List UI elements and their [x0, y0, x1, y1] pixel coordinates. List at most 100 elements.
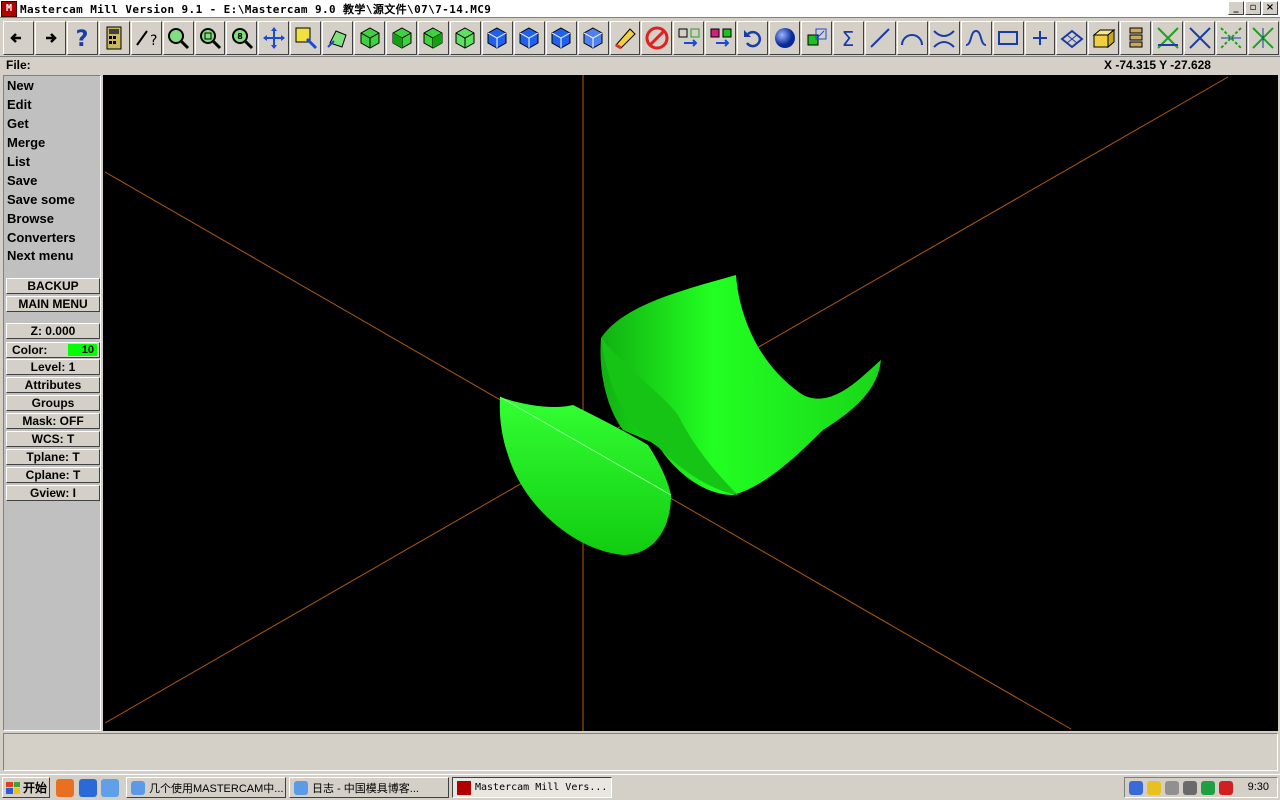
- menu-item-new[interactable]: New: [7, 78, 34, 93]
- clock: 9:30: [1247, 781, 1269, 793]
- task-button-blog[interactable]: 日志 - 中国模具博客...: [289, 777, 449, 798]
- prompt-label: File:: [6, 58, 31, 72]
- menu-item-converters[interactable]: Converters: [7, 230, 76, 245]
- menu-item-merge[interactable]: Merge: [7, 135, 45, 150]
- line-icon[interactable]: [864, 20, 896, 55]
- layers-icon[interactable]: [1120, 20, 1152, 55]
- start-button[interactable]: 开始: [2, 777, 50, 798]
- color-swatch: 10: [68, 344, 97, 356]
- main-menu-button[interactable]: MAIN MENU: [6, 296, 100, 312]
- prompt-bar: File: X -74.315 Y -27.628: [0, 58, 1280, 74]
- divide-icon[interactable]: [1216, 20, 1247, 55]
- cube-side-icon[interactable]: [545, 20, 577, 55]
- intersect-icon[interactable]: [1152, 20, 1184, 55]
- zoom-fit-icon[interactable]: 8: [226, 20, 258, 55]
- start-label: 开始: [23, 781, 48, 795]
- printer-icon[interactable]: [1165, 780, 1179, 795]
- gview-button[interactable]: Gview: I: [6, 485, 100, 501]
- groups-button[interactable]: Groups: [6, 395, 100, 411]
- svg-text:?: ?: [150, 33, 157, 49]
- sync-icon[interactable]: [1201, 780, 1215, 795]
- arrow-right-icon[interactable]: [34, 20, 66, 55]
- zoom-window-icon[interactable]: [162, 20, 194, 55]
- view-iso-icon[interactable]: [449, 20, 481, 55]
- rotate-view-icon[interactable]: [322, 20, 354, 55]
- firefox-icon[interactable]: [56, 779, 74, 797]
- menu-item-save-some[interactable]: Save some: [7, 192, 75, 207]
- mask-button[interactable]: Mask: OFF: [6, 413, 100, 429]
- undo-icon[interactable]: [737, 20, 769, 55]
- select-icon[interactable]: [290, 20, 322, 55]
- title-bar[interactable]: M Mastercam Mill Version 9.1 - E:\Master…: [0, 0, 1280, 18]
- task-button-mastercam-article[interactable]: 几个使用MASTERCAM中...: [126, 777, 286, 798]
- windows-taskbar: 开始 几个使用MASTERCAM中... 日志 - 中国模具博客... Mast…: [0, 774, 1280, 800]
- eraser-icon[interactable]: [609, 20, 641, 55]
- command-prompt-area[interactable]: [3, 733, 1278, 771]
- surface-icon[interactable]: [1056, 20, 1088, 55]
- mastercam-task-icon: [457, 780, 471, 795]
- menu-item-list[interactable]: List: [7, 154, 30, 169]
- tool-icon[interactable]: [1247, 20, 1279, 55]
- trim-icon[interactable]: [928, 20, 960, 55]
- arrow-left-icon[interactable]: [3, 20, 34, 55]
- ie-icon[interactable]: [101, 779, 119, 797]
- no-delete-icon[interactable]: [641, 20, 673, 55]
- sphere-icon[interactable]: [769, 20, 801, 55]
- ie-page-icon: [294, 780, 308, 795]
- svg-text:?: ?: [76, 27, 89, 51]
- attributes-button[interactable]: Attributes: [6, 377, 100, 393]
- model-view-canvas[interactable]: [103, 75, 1278, 731]
- cube-front-icon[interactable]: [513, 20, 545, 55]
- mastercam-window: M Mastercam Mill Version 9.1 - E:\Master…: [0, 0, 1280, 800]
- menu-item-edit[interactable]: Edit: [7, 97, 32, 112]
- spline-icon[interactable]: [960, 20, 992, 55]
- minimize-button[interactable]: _: [1228, 1, 1244, 15]
- graphics-viewport[interactable]: [103, 75, 1278, 731]
- cube-iso-icon[interactable]: [577, 20, 609, 55]
- cplane-button[interactable]: Cplane: T: [6, 467, 100, 483]
- break-icon[interactable]: [1184, 20, 1216, 55]
- help-icon[interactable]: ?: [66, 20, 98, 55]
- network-icon[interactable]: [1129, 780, 1143, 795]
- volume-icon[interactable]: [1183, 780, 1197, 795]
- sum-icon[interactable]: Σ: [832, 20, 864, 55]
- level-button[interactable]: Level: 1: [6, 359, 100, 375]
- ie-page-icon: [131, 780, 145, 795]
- wcs-button[interactable]: WCS: T: [6, 431, 100, 447]
- view-top-icon[interactable]: [354, 20, 386, 55]
- task-button-mastercam[interactable]: Mastercam Mill Vers...: [452, 777, 612, 798]
- mastercam-app-icon[interactable]: M: [1, 0, 17, 17]
- box-icon[interactable]: [1088, 20, 1120, 55]
- unzoom-icon[interactable]: [194, 20, 226, 55]
- point-icon[interactable]: [1024, 20, 1056, 55]
- z-depth-button[interactable]: Z: 0.000: [6, 323, 100, 339]
- close-button[interactable]: ×: [1262, 1, 1278, 15]
- pan-icon[interactable]: [258, 20, 290, 55]
- arc-icon[interactable]: [896, 20, 928, 55]
- tplane-button[interactable]: Tplane: T: [6, 449, 100, 465]
- restore-button[interactable]: ▫: [1245, 1, 1261, 15]
- menu-item-next-menu[interactable]: Next menu: [7, 248, 73, 263]
- menu-item-browse[interactable]: Browse: [7, 211, 54, 226]
- task-label: 几个使用MASTERCAM中...: [149, 782, 284, 795]
- antivirus-icon[interactable]: [1219, 780, 1233, 795]
- transform-icon[interactable]: [673, 20, 705, 55]
- xform-icon[interactable]: [705, 20, 737, 55]
- menu-item-save[interactable]: Save: [7, 173, 37, 188]
- file-menu-panel: New Edit Get Merge List Save Save some B…: [3, 75, 101, 731]
- color-button[interactable]: Color: 10: [6, 342, 100, 358]
- backup-button[interactable]: BACKUP: [6, 278, 100, 294]
- main-toolbar: ? ? 8 Σ: [0, 19, 1280, 57]
- svg-text:Σ: Σ: [842, 27, 855, 51]
- rectangle-icon[interactable]: [992, 20, 1024, 55]
- view-side-icon[interactable]: [417, 20, 449, 55]
- security-shield-icon[interactable]: [1147, 780, 1161, 795]
- solid-icon[interactable]: [801, 20, 832, 55]
- calculator-icon[interactable]: [98, 20, 130, 55]
- windows-logo-icon: [6, 781, 20, 794]
- cube-top-icon[interactable]: [481, 20, 513, 55]
- analyze-icon[interactable]: ?: [130, 20, 162, 55]
- menu-item-get[interactable]: Get: [7, 116, 29, 131]
- download-icon[interactable]: [79, 779, 97, 797]
- view-front-icon[interactable]: [386, 20, 417, 55]
